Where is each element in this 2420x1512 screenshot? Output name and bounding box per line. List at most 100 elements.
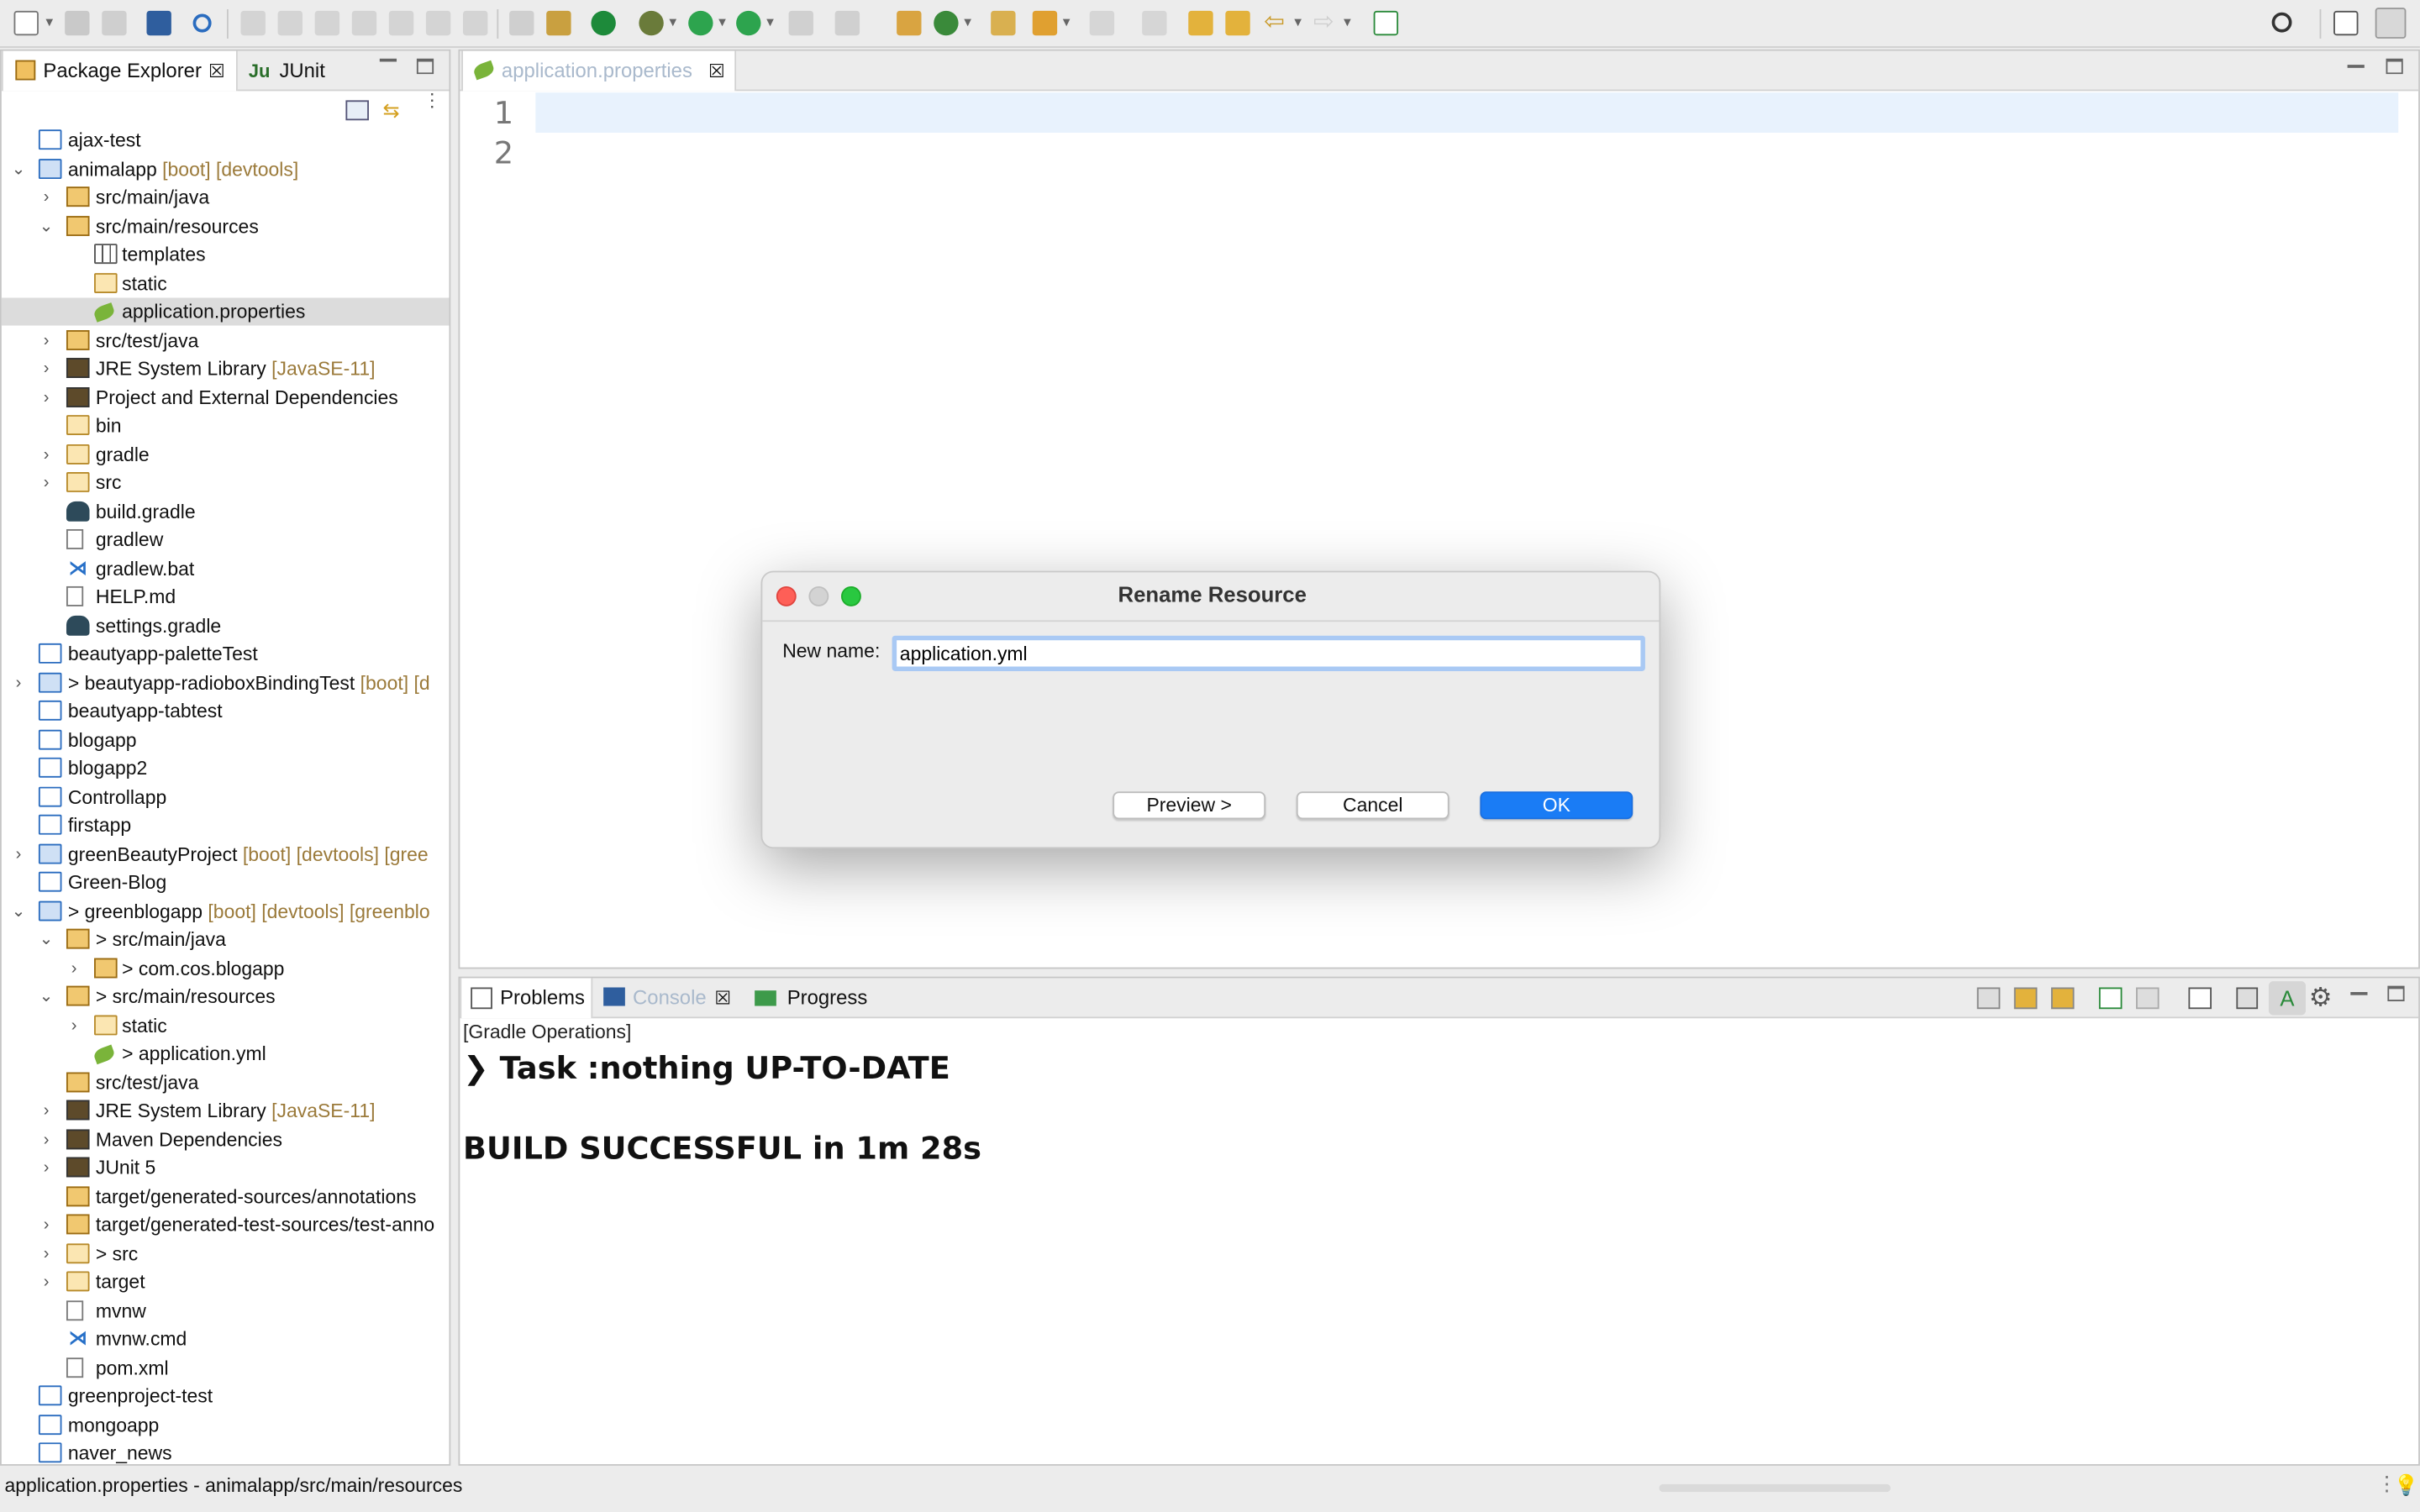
disconnect-icon[interactable]	[351, 10, 377, 36]
tree-item[interactable]: › target/generated-test-sources/test-anno	[2, 1211, 450, 1239]
close-icon[interactable]: ☒	[208, 51, 225, 92]
coverage-dropdown-chevron-icon[interactable]: ▼	[762, 9, 777, 37]
tree-item[interactable]: ⌄ src/main/resources	[2, 213, 450, 240]
tree-item[interactable]: › Project and External Dependencies	[2, 384, 450, 412]
step-return-icon[interactable]	[463, 10, 488, 36]
tree-item[interactable]: › > src	[2, 1241, 450, 1268]
word-wrap-icon[interactable]	[2050, 987, 2075, 1010]
debug-icon[interactable]	[639, 10, 664, 36]
preview-button[interactable]: Preview >	[1113, 791, 1266, 820]
chevron-right-icon[interactable]: ›	[37, 384, 55, 412]
chevron-right-icon[interactable]: ›	[37, 1154, 55, 1182]
search-icon[interactable]	[2271, 12, 2292, 33]
clear-console-icon[interactable]	[1976, 987, 2001, 1010]
tree-item[interactable]: mvnw	[2, 1298, 450, 1326]
maximize-icon[interactable]	[2387, 985, 2405, 1002]
tree-item[interactable]: › src	[2, 469, 450, 496]
annotation-prev-icon[interactable]	[1142, 10, 1167, 36]
run-dropdown-chevron-icon[interactable]: ▼	[714, 9, 729, 37]
tree-item[interactable]: templates	[2, 241, 450, 269]
tree-item[interactable]: mongoapp	[2, 1412, 450, 1440]
tab-console[interactable]: Console ☒	[596, 978, 744, 1018]
forward-icon[interactable]: ⇨	[1313, 10, 1338, 35]
chevron-right-icon[interactable]: ›	[37, 441, 55, 469]
ok-button[interactable]: OK	[1480, 791, 1634, 820]
tree-item[interactable]: src/test/java	[2, 1069, 450, 1097]
chevron-right-icon[interactable]: ›	[37, 469, 55, 496]
tree-item[interactable]: ⌄ animalapp [boot] [devtools]	[2, 156, 450, 184]
tree-item[interactable]: › static	[2, 1012, 450, 1040]
chevron-right-icon[interactable]: ›	[37, 1241, 55, 1268]
open-task-icon[interactable]	[1032, 10, 1058, 36]
link-with-editor-icon[interactable]: ⇆	[383, 100, 408, 120]
minimize-icon[interactable]	[2347, 65, 2365, 67]
tree-item[interactable]: ⌄ > src/main/java	[2, 926, 450, 953]
tree-item[interactable]: › Maven Dependencies	[2, 1126, 450, 1154]
tree-item[interactable]: ⋊ gradlew.bat	[2, 555, 450, 583]
new-class-dropdown-chevron-icon[interactable]: ▼	[960, 9, 975, 37]
tab-junit[interactable]: Ju JUnit	[242, 51, 366, 92]
debug-dropdown-chevron-icon[interactable]: ▼	[666, 9, 681, 37]
open-type-icon[interactable]	[991, 10, 1016, 36]
save-icon[interactable]	[65, 10, 90, 36]
minimize-icon[interactable]	[2350, 991, 2368, 995]
chevron-down-icon[interactable]: ⌄	[9, 156, 28, 184]
tree-item[interactable]: target/generated-sources/annotations	[2, 1184, 450, 1211]
chevron-right-icon[interactable]: ›	[37, 1097, 55, 1125]
chevron-right-icon[interactable]: ›	[37, 1268, 55, 1296]
chevron-right-icon[interactable]: ›	[37, 1211, 55, 1239]
chevron-right-icon[interactable]: ›	[65, 955, 83, 983]
forward-dropdown-chevron-icon[interactable]: ▼	[1339, 9, 1355, 37]
tree-item[interactable]: HELP.md	[2, 583, 450, 611]
scroll-lock-icon[interactable]	[2013, 987, 2038, 1010]
tree-item[interactable]: application.properties	[1, 297, 450, 326]
tree-item[interactable]: blogapp2	[2, 754, 450, 782]
maximize-icon[interactable]	[2386, 58, 2403, 75]
tree-item[interactable]: firstapp	[2, 811, 450, 839]
suspend-icon[interactable]	[277, 10, 302, 36]
display-console-icon[interactable]	[2135, 987, 2160, 1010]
tree-item[interactable]: › JRE System Library [JavaSE-11]	[2, 1097, 450, 1125]
open-console-icon[interactable]	[2188, 987, 2212, 1010]
tree-item[interactable]: blogapp	[2, 727, 450, 754]
tree-item[interactable]: › src/main/java	[2, 184, 450, 212]
gear-icon[interactable]: ⚙	[2309, 983, 2333, 1014]
lightbulb-icon[interactable]: 💡	[2394, 1473, 2419, 1498]
chevron-down-icon[interactable]: ⌄	[37, 983, 55, 1011]
new-window-icon[interactable]	[834, 10, 860, 36]
external-tools-icon[interactable]	[788, 10, 813, 36]
view-menu-icon[interactable]: ⋮	[423, 91, 441, 123]
open-perspective-icon[interactable]	[2333, 10, 2359, 36]
chevron-down-icon[interactable]: ⌄	[37, 926, 55, 953]
chevron-right-icon[interactable]: ›	[37, 327, 55, 354]
chevron-down-icon[interactable]: ⌄	[37, 213, 55, 240]
tree-item[interactable]: beautyapp-paletteTest	[2, 640, 450, 668]
tree-item[interactable]: static	[2, 270, 450, 297]
tree-item[interactable]: greenproject-test	[2, 1383, 450, 1410]
tree-item[interactable]: ⌄ > greenblogapp [boot] [devtools] [green…	[2, 898, 450, 926]
chevron-right-icon[interactable]: ›	[37, 1126, 55, 1154]
tree-item[interactable]: > application.yml	[2, 1040, 450, 1068]
chevron-right-icon[interactable]: ›	[37, 184, 55, 212]
copy-icon[interactable]	[2236, 987, 2259, 1010]
maximize-icon[interactable]	[416, 58, 434, 75]
new-icon[interactable]	[13, 10, 39, 36]
tree-item[interactable]: build.gradle	[2, 498, 450, 526]
colorize-icon[interactable]: A	[2268, 981, 2307, 1016]
java-perspective-icon[interactable]	[2375, 8, 2407, 39]
toggle-icon[interactable]	[509, 10, 534, 36]
last-edit-icon[interactable]	[1188, 10, 1213, 36]
tree-item[interactable]: › gradle	[2, 441, 450, 469]
chevron-right-icon[interactable]: ›	[9, 669, 28, 697]
tree-item[interactable]: › src/test/java	[2, 327, 450, 354]
tree-item[interactable]: › > beautyapp-radioboxBindingTest [boot] …	[2, 669, 450, 697]
spring-boot-icon[interactable]	[591, 10, 616, 36]
open-console-icon[interactable]	[1373, 10, 1399, 36]
new-name-input[interactable]	[892, 635, 1645, 671]
tree-item[interactable]: › target	[2, 1268, 450, 1296]
step-over-icon[interactable]	[425, 10, 451, 36]
tree-item[interactable]: ajax-test	[2, 127, 450, 155]
tree-item[interactable]: beautyapp-tabtest	[2, 697, 450, 725]
chevron-right-icon[interactable]: ›	[65, 1012, 83, 1040]
save-all-icon[interactable]	[102, 10, 127, 36]
